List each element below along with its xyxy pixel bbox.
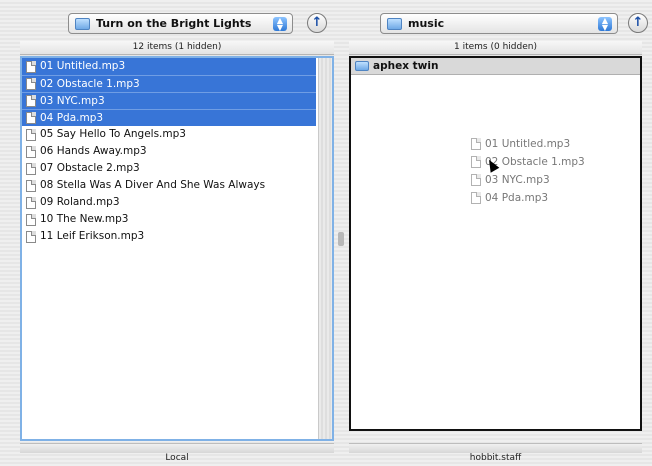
file-row[interactable]: 01 Untitled.mp3 bbox=[22, 58, 316, 75]
file-icon bbox=[471, 192, 481, 204]
dragged-file-name: 04 Pda.mp3 bbox=[485, 192, 549, 204]
file-name: 11 Leif Erikson.mp3 bbox=[40, 230, 145, 242]
file-name: 01 Untitled.mp3 bbox=[40, 60, 126, 72]
folder-name: aphex twin bbox=[373, 59, 439, 72]
file-icon bbox=[471, 174, 481, 186]
file-row[interactable]: 04 Pda.mp3 bbox=[22, 109, 316, 126]
popup-arrows-icon: ▲ ▼ bbox=[598, 17, 612, 32]
folder-icon bbox=[355, 61, 369, 71]
popup-arrows-icon: ▲ ▼ bbox=[273, 17, 287, 32]
left-host-label: Local bbox=[165, 453, 189, 463]
folder-icon bbox=[75, 17, 90, 30]
left-item-count: 12 items (1 hidden) bbox=[132, 42, 222, 52]
folder-row-aphex-twin[interactable]: aphex twin bbox=[351, 58, 640, 75]
file-row[interactable]: 08 Stella Was A Diver And She Was Always bbox=[22, 177, 316, 194]
file-row[interactable]: 10 The New.mp3 bbox=[22, 211, 316, 228]
dragged-file: 04 Pda.mp3 bbox=[471, 189, 585, 207]
file-row[interactable]: 03 NYC.mp3 bbox=[22, 92, 316, 109]
left-location-popup[interactable]: Turn on the Bright Lights ▲ ▼ bbox=[68, 13, 293, 34]
file-icon bbox=[26, 179, 36, 192]
file-icon bbox=[26, 60, 36, 73]
right-location-label: music bbox=[408, 17, 445, 30]
dragged-file-name: 02 Obstacle 1.mp3 bbox=[485, 156, 585, 168]
folder-icon bbox=[387, 17, 402, 30]
file-name: 03 NYC.mp3 bbox=[40, 94, 105, 107]
file-icon bbox=[26, 78, 36, 90]
file-name: 04 Pda.mp3 bbox=[40, 111, 104, 124]
file-row[interactable]: 02 Obstacle 1.mp3 bbox=[22, 75, 316, 92]
dragged-file: 03 NYC.mp3 bbox=[471, 171, 585, 189]
dragged-file-name: 01 Untitled.mp3 bbox=[485, 138, 571, 150]
file-icon bbox=[26, 128, 36, 141]
file-name: 02 Obstacle 1.mp3 bbox=[40, 77, 140, 90]
file-name: 09 Roland.mp3 bbox=[40, 196, 120, 208]
dragged-file-name: 03 NYC.mp3 bbox=[485, 174, 550, 186]
file-icon bbox=[26, 230, 36, 243]
file-name: 10 The New.mp3 bbox=[40, 213, 129, 225]
file-row[interactable]: 07 Obstacle 2.mp3 bbox=[22, 160, 316, 177]
up-arrow-icon: ↑ bbox=[632, 15, 644, 30]
dragged-items-ghost: 01 Untitled.mp3 02 Obstacle 1.mp3 03 NYC.m… bbox=[471, 135, 585, 207]
file-icon bbox=[26, 196, 36, 209]
file-icon bbox=[26, 213, 36, 226]
left-location-label: Turn on the Bright Lights bbox=[96, 17, 252, 30]
file-row[interactable]: 06 Hands Away.mp3 bbox=[22, 143, 316, 160]
pane-splitter-handle[interactable] bbox=[338, 232, 344, 246]
dragged-file: 01 Untitled.mp3 bbox=[471, 135, 585, 153]
left-file-list[interactable]: 01 Untitled.mp3 02 Obstacle 1.mp3 03 NYC.m… bbox=[20, 56, 334, 441]
right-status-bar: 1 items (0 hidden) bbox=[349, 41, 642, 55]
file-icon bbox=[26, 145, 36, 158]
file-icon bbox=[26, 95, 36, 107]
right-item-count: 1 items (0 hidden) bbox=[454, 42, 537, 52]
right-up-arrow-button[interactable]: ↑ bbox=[628, 13, 648, 33]
right-location-popup[interactable]: music ▲ ▼ bbox=[380, 13, 618, 34]
file-icon bbox=[471, 138, 481, 150]
file-icon bbox=[26, 162, 36, 175]
file-name: 05 Say Hello To Angels.mp3 bbox=[40, 128, 186, 140]
file-name: 06 Hands Away.mp3 bbox=[40, 145, 147, 157]
left-footer-bar bbox=[20, 443, 334, 453]
left-scrollbar[interactable] bbox=[318, 58, 332, 439]
file-row[interactable]: 05 Say Hello To Angels.mp3 bbox=[22, 126, 316, 143]
file-row[interactable]: 09 Roland.mp3 bbox=[22, 194, 316, 211]
right-footer-bar bbox=[349, 443, 642, 453]
file-icon bbox=[471, 156, 481, 168]
file-name: 08 Stella Was A Diver And She Was Always bbox=[40, 179, 266, 191]
file-row[interactable]: 11 Leif Erikson.mp3 bbox=[22, 228, 316, 245]
right-file-list[interactable]: aphex twin 01 Untitled.mp3 02 Obstacle 1.… bbox=[349, 56, 642, 431]
left-status-bar: 12 items (1 hidden) bbox=[20, 41, 334, 55]
left-up-arrow-button[interactable]: ↑ bbox=[307, 13, 327, 33]
file-icon bbox=[26, 112, 36, 124]
right-host-label: hobbit.staff bbox=[469, 453, 522, 463]
up-arrow-icon: ↑ bbox=[311, 15, 323, 30]
file-name: 07 Obstacle 2.mp3 bbox=[40, 162, 140, 174]
